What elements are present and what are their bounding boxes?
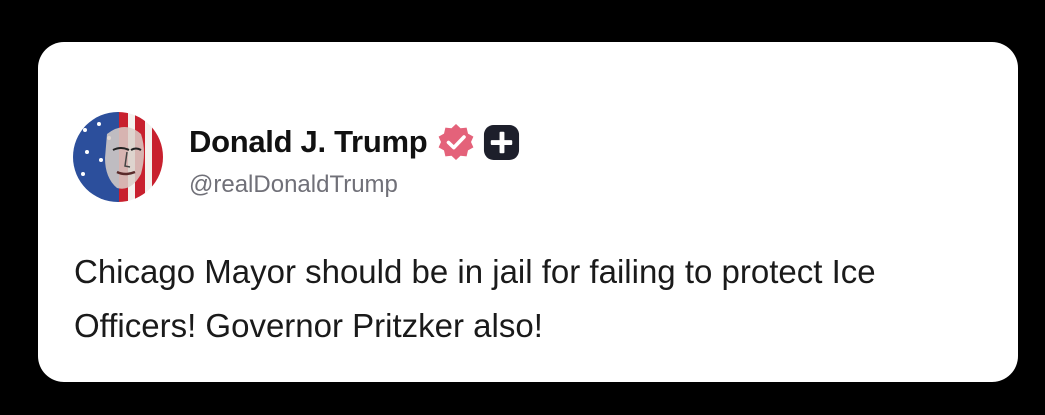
plus-badge-icon	[484, 124, 520, 160]
portrait-avatar-icon	[73, 112, 163, 202]
verified-badge-icon	[438, 124, 474, 160]
avatar[interactable]	[73, 112, 163, 202]
author-display-name[interactable]: Donald J. Trump	[189, 124, 428, 160]
post-text: Chicago Mayor should be in jail for fail…	[74, 253, 876, 344]
author-row: Donald J. Trump	[189, 120, 521, 164]
author-handle[interactable]: @realDonaldTrump	[189, 171, 398, 199]
post-card: Donald J. Trump @realDonaldTrump Chicago…	[38, 42, 1018, 382]
